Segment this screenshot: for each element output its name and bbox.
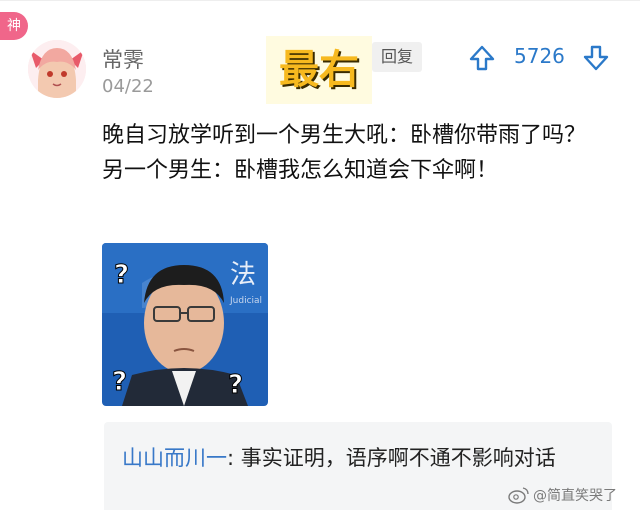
- comment-date: 04/22: [102, 76, 154, 97]
- meme-backdrop-text: 法: [230, 260, 256, 290]
- vote-count: 5726: [514, 44, 565, 68]
- weibo-icon: [508, 487, 529, 504]
- quoted-author[interactable]: 山山而川一: [122, 446, 227, 470]
- meme-question-mark: ?: [228, 370, 243, 400]
- meme-image[interactable]: 法 Judicial ? ? ?: [102, 243, 268, 406]
- watermark-text: @简直笑哭了: [533, 488, 617, 504]
- meme-question-mark: ?: [112, 367, 127, 397]
- watermark: @简直笑哭了: [508, 485, 617, 505]
- overlay-caption: 最右: [266, 36, 372, 104]
- comment-username[interactable]: 常霁: [102, 44, 144, 74]
- comment-line: 另一个男生：卧槽我怎么知道会下伞啊！: [102, 158, 499, 183]
- quoted-text: 事实证明，语序啊不通不影响对话: [234, 446, 556, 470]
- meme-question-mark: ?: [114, 260, 129, 290]
- meme-backdrop-caption: Judicial: [229, 296, 262, 306]
- comment-line: 晚自习放学听到一个男生大吼：卧槽你带雨了吗？: [102, 123, 587, 148]
- downvote-icon[interactable]: [582, 44, 610, 72]
- avatar-illustration: [28, 40, 86, 98]
- avatar[interactable]: [28, 40, 86, 98]
- comment-body: 晚自习放学听到一个男生大吼：卧槽你带雨了吗？ 另一个男生：卧槽我怎么知道会下伞啊…: [102, 118, 638, 188]
- reply-button[interactable]: 回复: [372, 42, 422, 72]
- god-comment-badge: 神: [0, 12, 28, 40]
- top-divider: [0, 0, 640, 1]
- upvote-icon[interactable]: [468, 44, 496, 72]
